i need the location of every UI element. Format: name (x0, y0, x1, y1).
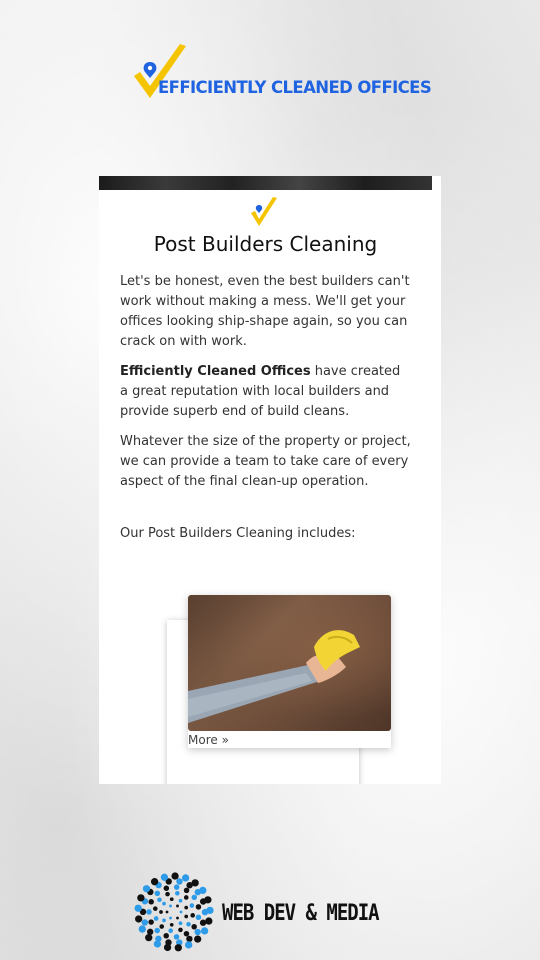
dot-spiral-icon (134, 872, 214, 952)
content-card: Post Builders Cleaning Let's be honest, … (99, 176, 441, 784)
reputation-paragraph: Efficiently Cleaned Offices have created… (120, 362, 412, 422)
check-pin-icon (251, 197, 277, 226)
brand-name: EFFICIENTLY CLEANED OFFICES (158, 78, 432, 97)
company-name-bold: Efficiently Cleaned Offices (120, 364, 311, 379)
footer-brand-name: WEB DEV & MEDIA (222, 900, 380, 926)
cleaning-photo (188, 595, 391, 731)
page-title: Post Builders Cleaning (153, 232, 378, 256)
header-image-strip (99, 176, 432, 190)
team-paragraph: Whatever the size of the property or pro… (120, 434, 411, 489)
service-card[interactable]: More » (188, 595, 391, 748)
includes-heading: Our Post Builders Cleaning includes: (120, 526, 356, 541)
site-logo[interactable]: EFFICIENTLY CLEANED OFFICES (130, 42, 432, 102)
more-link[interactable]: More » (188, 733, 229, 747)
footer-logo[interactable]: WEB DEV & MEDIA (134, 872, 384, 954)
intro-paragraph: Let's be honest, even the best builders … (120, 274, 410, 349)
